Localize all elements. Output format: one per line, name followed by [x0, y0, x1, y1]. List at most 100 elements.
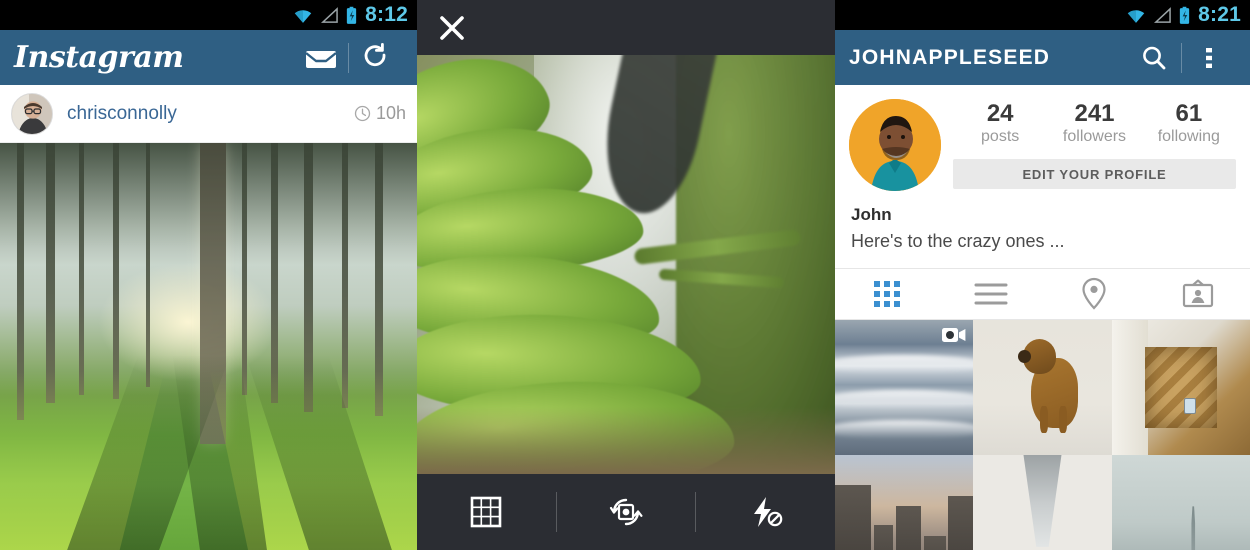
tab-grid[interactable] [835, 269, 939, 319]
held-phone [1183, 398, 1197, 415]
johnappleseed-avatar-art [849, 99, 941, 191]
post-time-text: 10h [375, 103, 406, 123]
wifi-icon [294, 9, 312, 23]
stat-posts[interactable]: 24 posts [953, 100, 1047, 146]
edit-your-profile-label: EDIT YOUR PROFILE [1022, 166, 1167, 182]
stat-value: 24 [986, 100, 1014, 127]
camera-flip-icon [609, 498, 643, 526]
wave-foam [835, 390, 974, 410]
feed-app-bar: Instagram [0, 30, 417, 85]
clock-icon [354, 105, 371, 122]
camera-viewfinder[interactable] [417, 55, 835, 474]
stat-label: followers [1062, 128, 1127, 146]
building [923, 536, 946, 550]
profile-stats: 24 posts 241 followers 61 following [953, 99, 1236, 146]
stat-value: 241 [1074, 100, 1115, 127]
profile-status-icons [1125, 6, 1191, 25]
overflow-menu-button[interactable] [1182, 30, 1236, 85]
profile-display-name: John [851, 205, 892, 224]
search-button[interactable] [1127, 30, 1181, 85]
battery-charging-icon [347, 6, 357, 24]
profile-bio: John Here's to the crazy ones ... [835, 199, 1250, 268]
refresh-icon [364, 42, 386, 66]
upside-down-skyscraper-photo [973, 455, 1112, 550]
wifi-icon [1127, 9, 1145, 23]
post-timestamp: 10h [354, 103, 406, 124]
skyscraper-slab [1023, 455, 1062, 547]
forest-trunk [112, 143, 119, 400]
video-badge [941, 326, 967, 344]
post-username[interactable]: chrisconnolly [67, 103, 177, 125]
tab-map[interactable] [1043, 269, 1147, 319]
building [948, 495, 974, 550]
sunlit-forest-photo [0, 143, 417, 550]
video-camera-icon [942, 328, 966, 342]
avatar[interactable] [849, 99, 941, 191]
stat-value: 61 [1175, 100, 1203, 127]
dog-leg [1039, 406, 1049, 434]
flip-camera-button[interactable] [557, 493, 696, 531]
avatar[interactable] [11, 92, 53, 135]
profile-status-bar: 8:21 [835, 0, 1250, 30]
grid-cell[interactable] [835, 320, 974, 455]
profile-stats-and-action: 24 posts 241 followers 61 following EDIT… [953, 99, 1236, 191]
feed-status-icons [292, 6, 358, 25]
refresh-button[interactable] [349, 30, 403, 85]
feed-status-time: 8:12 [365, 3, 408, 26]
building [873, 525, 894, 550]
grid-cell[interactable] [1111, 320, 1250, 455]
page-title: JOHNAPPLESEED [849, 45, 1051, 69]
signal-icon [1154, 6, 1171, 23]
news-inbox-button[interactable] [294, 30, 348, 85]
grid-cell[interactable] [835, 455, 974, 550]
empire-state-building [1191, 506, 1196, 550]
post-header: chrisconnolly 10h [0, 85, 417, 143]
stairwell-spiral [1144, 347, 1217, 428]
flash-toggle-button[interactable] [696, 494, 835, 530]
camera-overlay-panel [417, 0, 835, 550]
building [895, 506, 921, 550]
forest-trunk [341, 143, 348, 408]
three-phone-screenshot: 8:12 Instagram chrisconnolly 10h 8:21 JO… [0, 0, 1250, 550]
feed-status-bar: 8:12 [0, 0, 417, 30]
location-pin-icon [1082, 277, 1106, 310]
battery-charging-icon [1180, 6, 1190, 24]
city-buildings-photo [835, 455, 974, 550]
more-vertical-icon [1206, 47, 1212, 68]
stat-label: posts [981, 128, 1020, 146]
grid-cell[interactable] [973, 320, 1112, 455]
camera-top-bar [417, 0, 835, 55]
grid-toggle-button[interactable] [417, 494, 556, 530]
feed-app-bar-actions [294, 30, 403, 85]
photos-of-you-icon [1183, 279, 1214, 308]
forest-trunk [145, 143, 150, 388]
dog-portrait-photo [973, 320, 1112, 455]
tab-photos-of-you[interactable] [1146, 269, 1250, 319]
spiral-staircase-photo [1111, 320, 1250, 455]
city-skyline-photo [1111, 455, 1250, 550]
instagram-logo: Instagram [14, 39, 184, 75]
search-icon [1143, 46, 1166, 69]
profile-phone-panel: 8:21 JOHNAPPLESEED 24 posts 241 follower… [835, 0, 1250, 550]
forest-trunk [79, 143, 85, 396]
close-button[interactable] [435, 11, 469, 45]
inbox-icon [305, 50, 337, 68]
tab-list[interactable] [939, 269, 1043, 319]
flash-off-icon [753, 497, 782, 527]
stat-label: following [1157, 128, 1220, 146]
profile-status-time: 8:21 [1198, 3, 1241, 26]
feed-phone-panel: 8:12 Instagram chrisconnolly 10h [0, 0, 417, 550]
grid-cell[interactable] [1111, 455, 1250, 550]
grid-cell[interactable] [973, 455, 1112, 550]
stairwell-wall [1111, 320, 1148, 455]
close-icon [440, 15, 464, 40]
profile-tabs [835, 268, 1250, 320]
stat-followers[interactable]: 241 followers [1047, 100, 1141, 146]
chrisconnolly-avatar-art [12, 93, 52, 134]
edit-your-profile-button[interactable]: EDIT YOUR PROFILE [953, 159, 1236, 190]
camera-controls [417, 474, 835, 550]
post-photo[interactable] [0, 143, 417, 550]
stat-following[interactable]: 61 following [1142, 100, 1236, 146]
profile-app-bar: JOHNAPPLESEED [835, 30, 1250, 85]
camera-grid-icon [471, 496, 502, 528]
